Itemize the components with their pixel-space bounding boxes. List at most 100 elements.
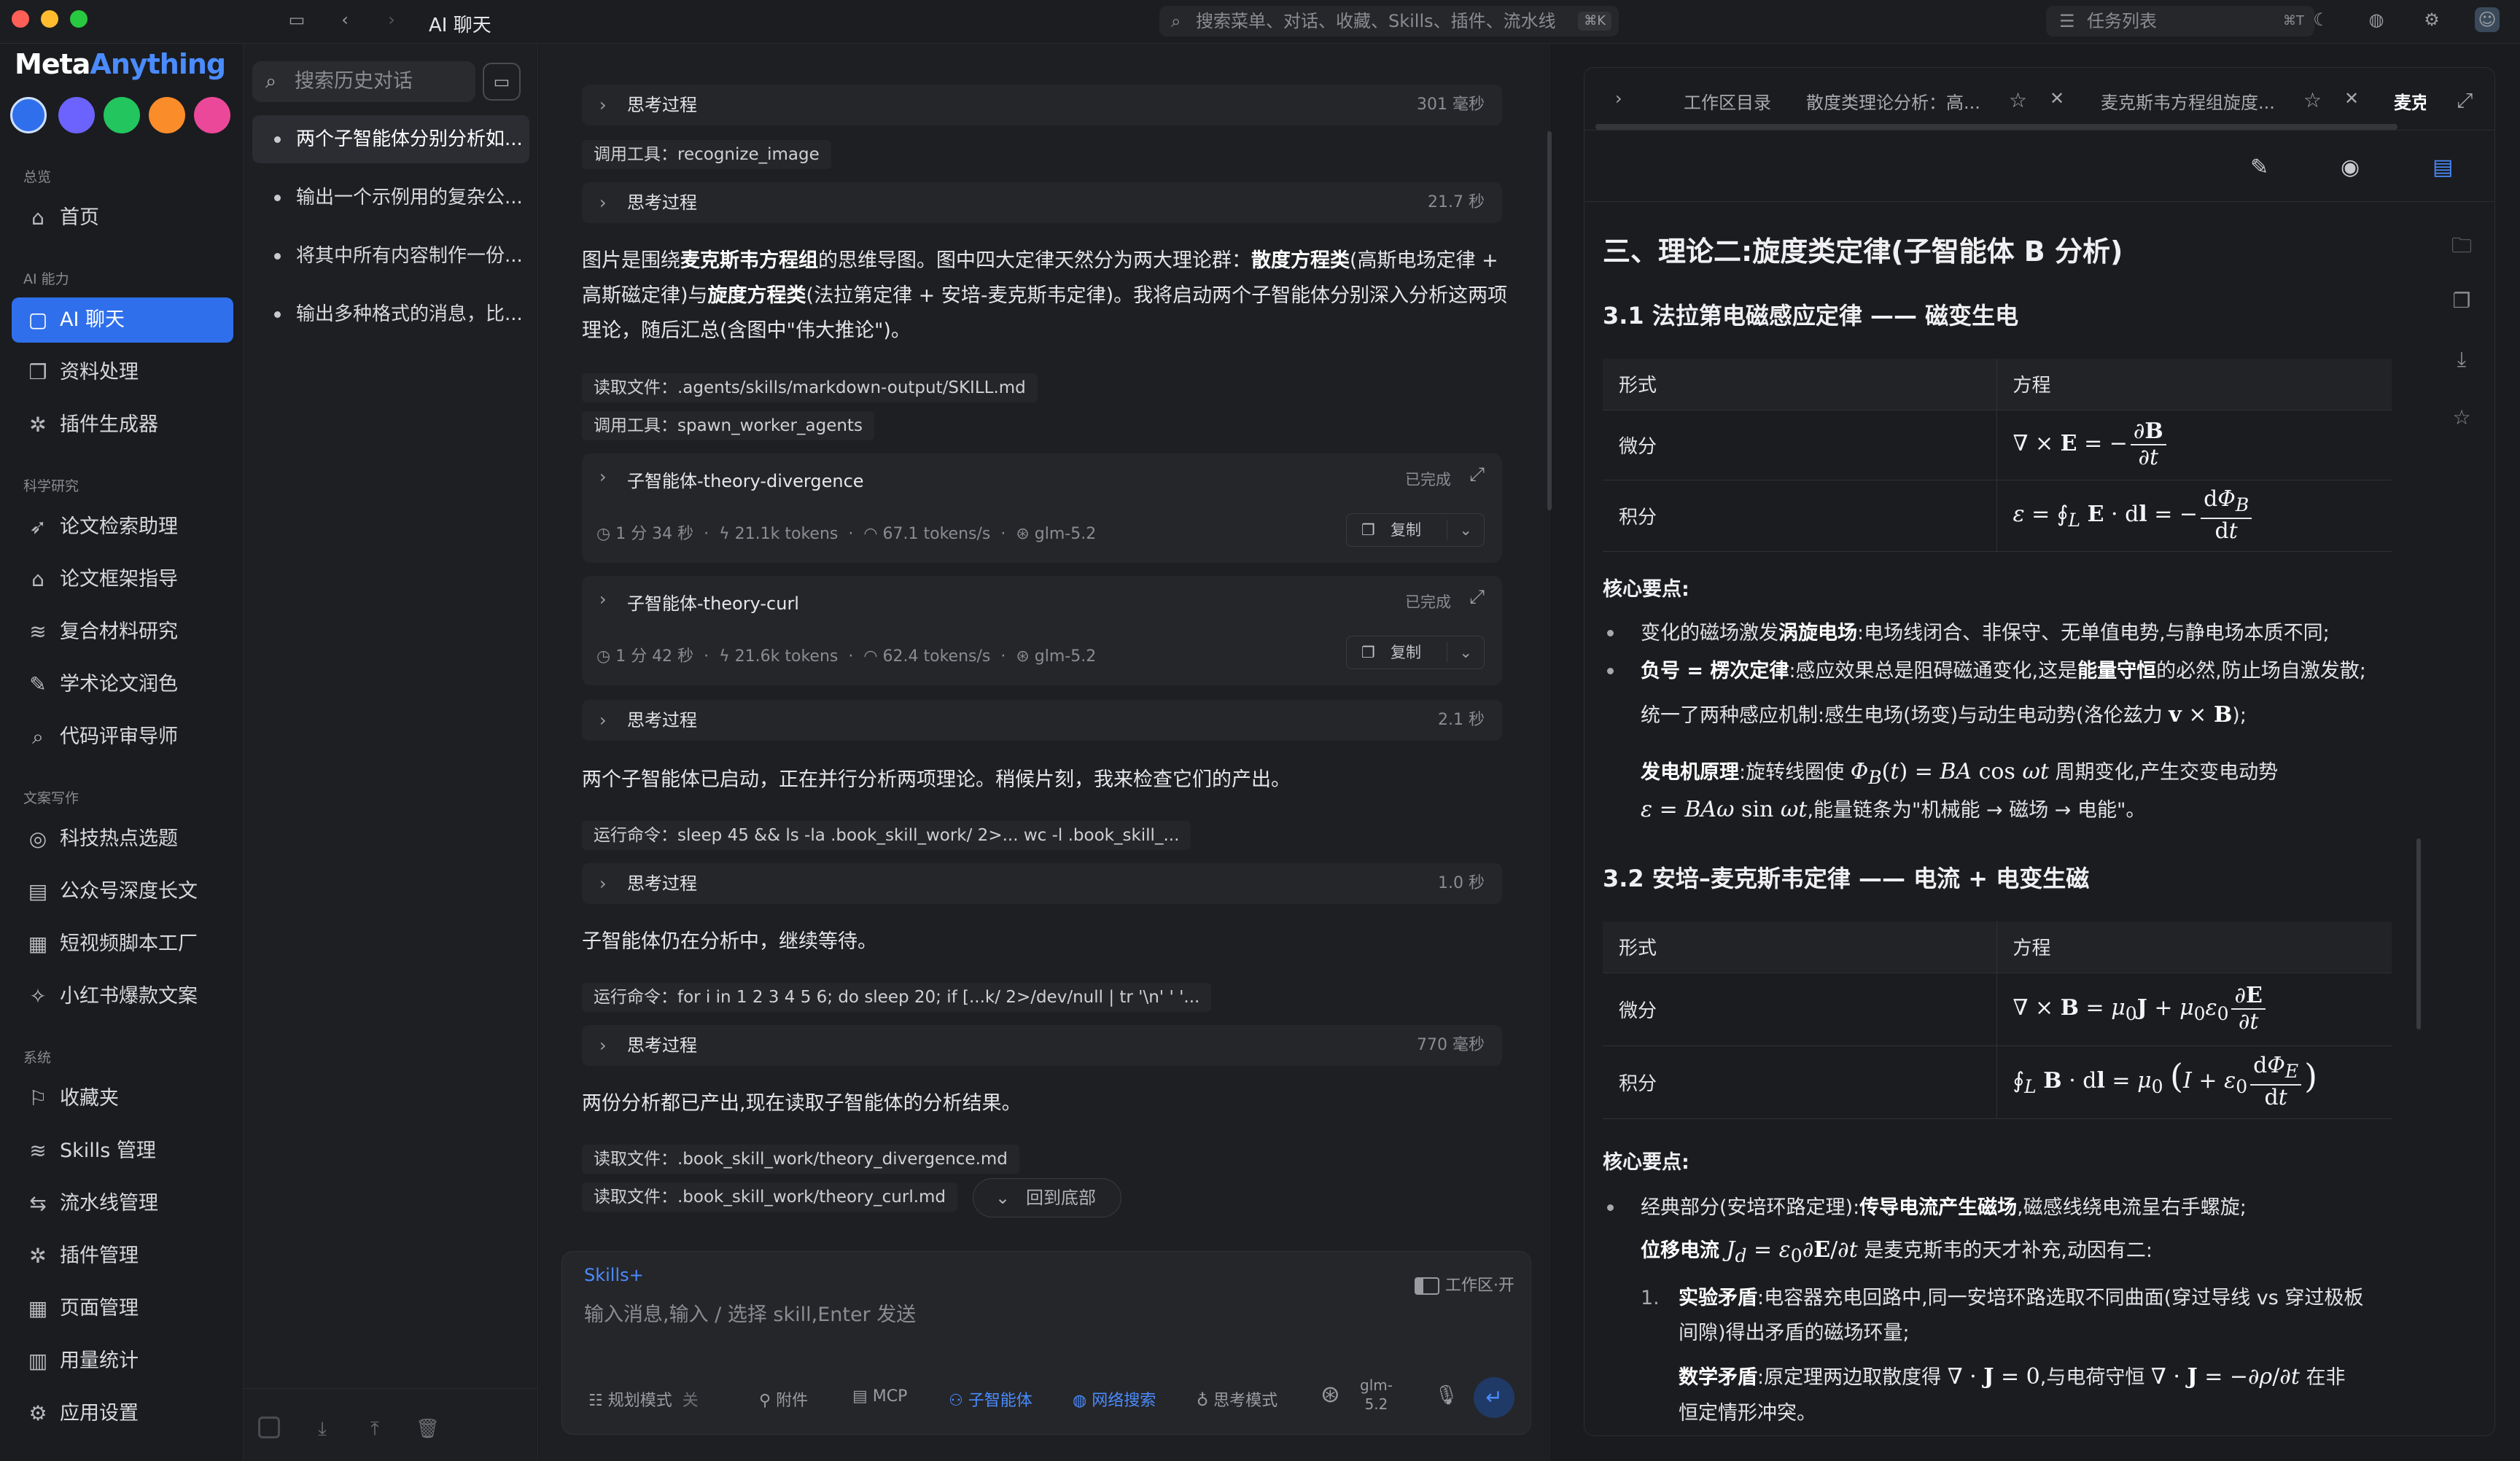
sidebar-item-paper-search[interactable]: ➶ 论文检索助理 <box>12 504 233 550</box>
sidebar-toggle-icon[interactable]: ▭ <box>284 7 309 32</box>
tool-call[interactable]: 运行命令：for i in 1 2 3 4 5 6; do sleep 20; … <box>582 983 1212 1012</box>
folder-icon[interactable]: 🗀 <box>2447 230 2476 260</box>
thinking-block[interactable]: › 思考过程 301 毫秒 <box>582 85 1502 125</box>
tool-call[interactable]: 读取文件：.book_skill_work/theory_curl.md <box>582 1183 958 1212</box>
theme-swatch-pink[interactable] <box>194 97 230 133</box>
subagent-card[interactable]: › 子智能体-theory-curl 已完成 ⤢ ◷ 1 分 42 秒 · ϟ … <box>582 576 1502 685</box>
expand-icon[interactable]: ⤢ <box>1469 464 1485 486</box>
sidebar-item-data-processing[interactable]: ❒ 资料处理 <box>12 350 233 395</box>
scroll-to-bottom-button[interactable]: ⌄ 回到底部 <box>973 1178 1121 1218</box>
global-search-input[interactable]: ⌕ 搜索菜单、对话、收藏、Skills、插件、流水线 ⌘K <box>1159 6 1619 36</box>
new-chat-button[interactable]: ▭ <box>483 63 521 101</box>
copy-icon[interactable]: ❐ <box>2447 289 2476 318</box>
edit-icon[interactable]: ✎ <box>2250 155 2268 180</box>
think-mode-toggle[interactable]: ♁ 思考模式 <box>1197 1387 1278 1411</box>
model-name[interactable]: glm- 5.2 <box>1360 1376 1393 1414</box>
attach-button[interactable]: ⚲ 附件 <box>759 1387 808 1411</box>
sidebar-item-plugins[interactable]: ✲ 插件管理 <box>12 1234 233 1279</box>
sidebar-item-plugin-generator[interactable]: ✲ 插件生成器 <box>12 402 233 448</box>
thinking-block[interactable]: › 思考过程 770 毫秒 <box>582 1025 1502 1066</box>
tabs-collapse-icon[interactable]: › <box>1615 88 1622 109</box>
plan-mode-toggle[interactable]: ☷ 规划模式 关 <box>588 1387 699 1411</box>
tab-active[interactable]: 麦克 <box>2394 88 2426 114</box>
tool-call[interactable]: 调用工具：recognize_image <box>582 140 831 169</box>
gear-icon[interactable]: ⚙ <box>2419 7 2444 32</box>
tool-call[interactable]: 调用工具：spawn_worker_agents <box>582 411 874 440</box>
avatar[interactable]: ☺ <box>2475 7 2500 32</box>
layout-icon[interactable]: ▤ <box>2432 155 2453 180</box>
tool-call[interactable]: 运行命令：sleep 45 && ls -la .book_skill_work… <box>582 821 1191 850</box>
chevron-down-icon[interactable]: ⌄ <box>1459 514 1472 546</box>
forward-icon[interactable]: › <box>379 7 404 32</box>
sidebar-item-composite-research[interactable]: ≋ 复合材料研究 <box>12 609 233 655</box>
sidebar-item-paper-framework[interactable]: ⌂ 论文框架指导 <box>12 557 233 602</box>
task-list-button[interactable]: ☰ 任务列表 ⌘T <box>2046 6 2314 36</box>
close-window-button[interactable] <box>12 10 29 28</box>
thinking-block[interactable]: › 思考过程 1.0 秒 <box>582 863 1502 904</box>
sidebar-item-code-review[interactable]: ⌕ 代码评审导师 <box>12 714 233 760</box>
theme-swatch-blue[interactable] <box>10 97 47 133</box>
sidebar-item-skills[interactable]: ≋ Skills 管理 <box>12 1129 233 1174</box>
sidebar-item-video-script[interactable]: ▦ 短视频脚本工厂 <box>12 922 233 967</box>
history-item[interactable]: 输出多种格式的消息，比... <box>252 290 529 338</box>
theme-swatch-green[interactable] <box>104 97 140 133</box>
sidebar-item-favorites[interactable]: ⚐ 收藏夹 <box>12 1076 233 1121</box>
message-input[interactable]: 输入消息,输入 / 选择 skill,Enter 发送 <box>584 1298 916 1327</box>
sidebar-item-long-article[interactable]: ▤ 公众号深度长文 <box>12 869 233 914</box>
sidebar-item-ai-chat[interactable]: ▢ AI 聊天 <box>12 297 233 343</box>
sidebar-item-tech-topics[interactable]: ◎ 科技热点选题 <box>12 817 233 862</box>
history-item[interactable]: 输出一个示例用的复杂公... <box>252 174 529 222</box>
sidebar-item-usage[interactable]: ▥ 用量统计 <box>12 1339 233 1384</box>
tool-call[interactable]: 读取文件：.agents/skills/markdown-output/SKIL… <box>582 373 1038 402</box>
star-icon[interactable]: ☆ <box>2447 405 2476 435</box>
copy-button[interactable]: ❐ 复制 ⌄ <box>1346 636 1485 669</box>
history-item[interactable]: 将其中所有内容制作一份... <box>252 232 529 280</box>
chevron-down-icon[interactable]: ⌄ <box>1459 636 1472 669</box>
download-icon[interactable]: ⤓ <box>311 1418 334 1441</box>
tab-scrollbar[interactable] <box>1595 124 2398 130</box>
upload-icon[interactable]: ⤒ <box>363 1418 386 1441</box>
theme-swatch-purple[interactable] <box>58 97 95 133</box>
thinking-block[interactable]: › 思考过程 21.7 秒 <box>582 182 1502 223</box>
sidebar-item-home[interactable]: ⌂ 首页 <box>12 195 233 241</box>
expand-icon[interactable]: ⤢ <box>2457 88 2473 113</box>
subagent-card[interactable]: › 子智能体-theory-divergence 已完成 ⤢ ◷ 1 分 34 … <box>582 453 1502 563</box>
history-item[interactable]: 两个子智能体分别分析如... <box>252 115 529 163</box>
star-icon[interactable]: ☆ <box>2009 88 2027 112</box>
sidebar-item-pages[interactable]: ▦ 页面管理 <box>12 1286 233 1331</box>
minimize-window-button[interactable] <box>41 10 58 28</box>
preview-eye-icon[interactable]: ◉ <box>2341 155 2360 180</box>
workspace-toggle[interactable]: 工作区·开 <box>1415 1272 1514 1296</box>
moon-icon[interactable]: ☾ <box>2309 7 2333 32</box>
tab-workspace-dir[interactable]: 工作区目录 <box>1684 88 1771 114</box>
thinking-block[interactable]: › 思考过程 2.1 秒 <box>582 700 1502 741</box>
close-icon[interactable]: ✕ <box>2344 88 2359 109</box>
doc-scrollbar[interactable] <box>2416 838 2421 1029</box>
maximize-window-button[interactable] <box>70 10 88 28</box>
sidebar-item-settings[interactable]: ⚙ 应用设置 <box>12 1391 233 1436</box>
tab-curl[interactable]: 麦克斯韦方程组旋度... <box>2101 88 2275 114</box>
globe-icon[interactable]: ◍ <box>2364 7 2389 32</box>
sidebar-item-paper-polish[interactable]: ✎ 学术论文润色 <box>12 662 233 707</box>
skills-button[interactable]: Skills+ <box>584 1265 644 1285</box>
trash-icon[interactable]: 🗑 <box>416 1418 440 1441</box>
web-search-toggle[interactable]: ◍ 网络搜索 <box>1073 1387 1156 1411</box>
mcp-button[interactable]: ▤ MCP <box>852 1387 907 1406</box>
expand-icon[interactable]: ⤢ <box>1469 586 1485 609</box>
theme-swatch-orange[interactable] <box>149 97 185 133</box>
tool-call[interactable]: 读取文件：.book_skill_work/theory_divergence.… <box>582 1145 1019 1174</box>
close-icon[interactable]: ✕ <box>2050 88 2064 109</box>
send-button[interactable]: ↵ <box>1474 1377 1514 1418</box>
select-checkbox[interactable] <box>258 1417 280 1438</box>
back-icon[interactable]: ‹ <box>332 7 357 32</box>
tab-divergence[interactable]: 散度类理论分析：高... <box>1806 88 1980 114</box>
star-icon[interactable]: ☆ <box>2303 88 2322 112</box>
sidebar-item-pipelines[interactable]: ⇆ 流水线管理 <box>12 1181 233 1226</box>
model-selector[interactable]: ⊛ <box>1321 1380 1340 1408</box>
subagent-toggle[interactable]: ⚇ 子智能体 <box>949 1387 1032 1411</box>
download-icon[interactable]: ⤓ <box>2447 347 2476 376</box>
copy-button[interactable]: ❐ 复制 ⌄ <box>1346 513 1485 547</box>
history-search-input[interactable]: ⌕ 搜索历史对话 <box>252 61 475 102</box>
mic-icon[interactable]: 🎙 <box>1434 1384 1458 1406</box>
sidebar-item-xhs-copy[interactable]: ✧ 小红书爆款文案 <box>12 974 233 1019</box>
